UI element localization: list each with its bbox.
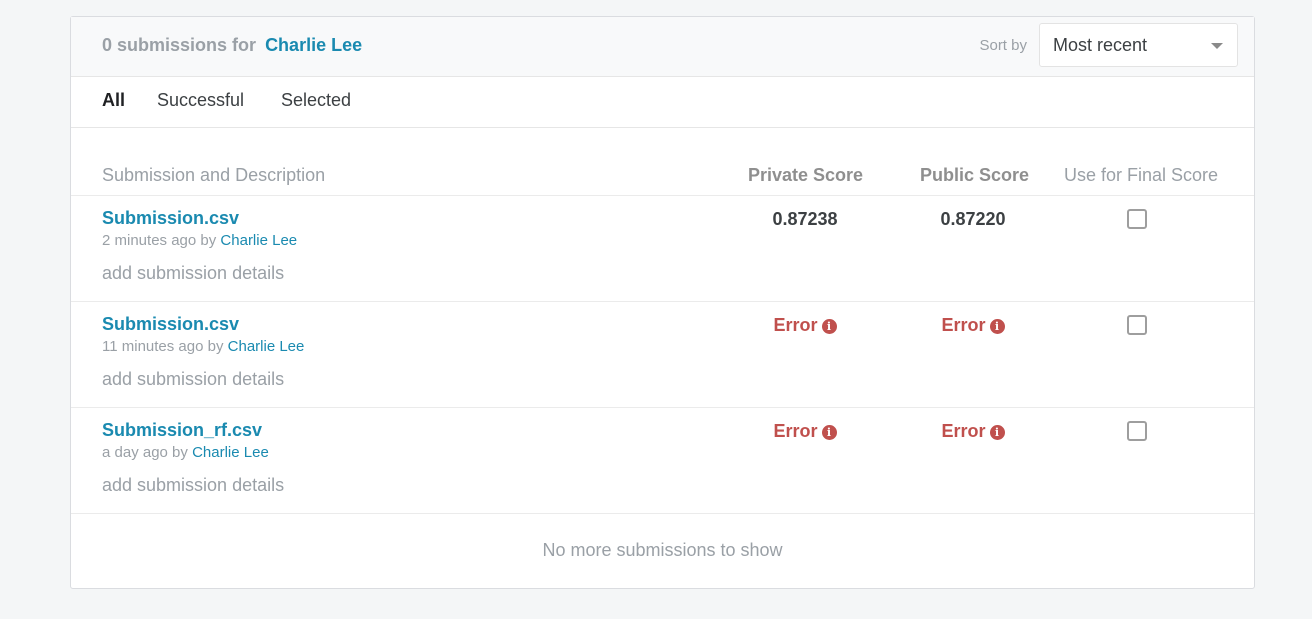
submission-author-link[interactable]: Charlie Lee [228, 338, 305, 355]
tab-successful[interactable]: Successful [157, 90, 244, 111]
column-header-public-score: Public Score [920, 165, 1030, 185]
add-details-link[interactable]: add submission details [102, 369, 284, 390]
submission-file-link[interactable]: Submission.csv [102, 208, 239, 229]
private-score: Error i [740, 421, 870, 442]
info-circle-icon[interactable]: i [821, 425, 837, 440]
public-score: 0.87220 [908, 209, 1038, 230]
info-circle-icon[interactable]: i [989, 319, 1005, 334]
submission-meta: 11 minutes ago by Charlie Lee [102, 338, 304, 355]
submissions-panel: 0 submissions for Charlie Lee Sort by Mo… [70, 16, 1255, 589]
user-name-link[interactable]: Charlie Lee [265, 35, 362, 55]
final-score-checkbox[interactable] [1127, 421, 1147, 441]
public-score: Error i [908, 421, 1038, 442]
submission-time: 2 minutes ago by [102, 232, 217, 249]
add-details-link[interactable]: add submission details [102, 475, 284, 496]
private-score-value: 0.87238 [772, 209, 838, 229]
column-header-description: Submission and Description [102, 165, 326, 185]
submission-file-link[interactable]: Submission.csv [102, 314, 239, 335]
chevron-down-icon [1211, 43, 1223, 49]
submission-author-link[interactable]: Charlie Lee [192, 444, 269, 461]
submission-time: 11 minutes ago by [102, 338, 224, 355]
public-score: Error i [908, 315, 1038, 336]
submission-author-link[interactable]: Charlie Lee [220, 232, 297, 249]
panel-header: 0 submissions for Charlie Lee Sort by Mo… [71, 17, 1254, 77]
sort-label: Sort by [979, 37, 1027, 54]
tab-selected[interactable]: Selected [281, 90, 351, 111]
submission-time: a day ago by [102, 444, 188, 461]
table-row: Submission.csv 11 minutes ago by Charlie… [71, 302, 1254, 408]
column-header-private-score: Private Score [748, 165, 864, 185]
public-score-error: Error [941, 315, 986, 335]
filter-tabs: All Successful Selected [71, 77, 1254, 128]
final-score-checkbox[interactable] [1127, 315, 1147, 335]
tab-all[interactable]: All [102, 90, 125, 111]
submission-meta: a day ago by Charlie Lee [102, 444, 269, 461]
table-header: Submission and Description Private Score… [71, 128, 1254, 196]
no-more-submissions-message: No more submissions to show [542, 540, 783, 560]
submission-file-link[interactable]: Submission_rf.csv [102, 420, 262, 441]
sort-dropdown[interactable]: Most recent [1039, 23, 1238, 67]
column-header-final-score: Use for Final Score [1064, 165, 1219, 185]
add-details-link[interactable]: add submission details [102, 263, 284, 284]
public-score-value: 0.87220 [940, 209, 1006, 229]
private-score-error: Error [773, 421, 818, 441]
info-circle-icon[interactable]: i [989, 425, 1005, 440]
public-score-error: Error [941, 421, 986, 441]
submission-meta: 2 minutes ago by Charlie Lee [102, 232, 297, 249]
private-score: Error i [740, 315, 870, 336]
submissions-count-text: 0 submissions for [102, 35, 257, 55]
table-row: Submission_rf.csv a day ago by Charlie L… [71, 408, 1254, 514]
private-score-error: Error [773, 315, 818, 335]
private-score: 0.87238 [740, 209, 870, 230]
sort-dropdown-value: Most recent [1053, 35, 1148, 55]
table-row: Submission.csv 2 minutes ago by Charlie … [71, 196, 1254, 302]
final-score-checkbox[interactable] [1127, 209, 1147, 229]
info-circle-icon[interactable]: i [821, 319, 837, 334]
submissions-count-title: 0 submissions for Charlie Lee [102, 35, 362, 56]
